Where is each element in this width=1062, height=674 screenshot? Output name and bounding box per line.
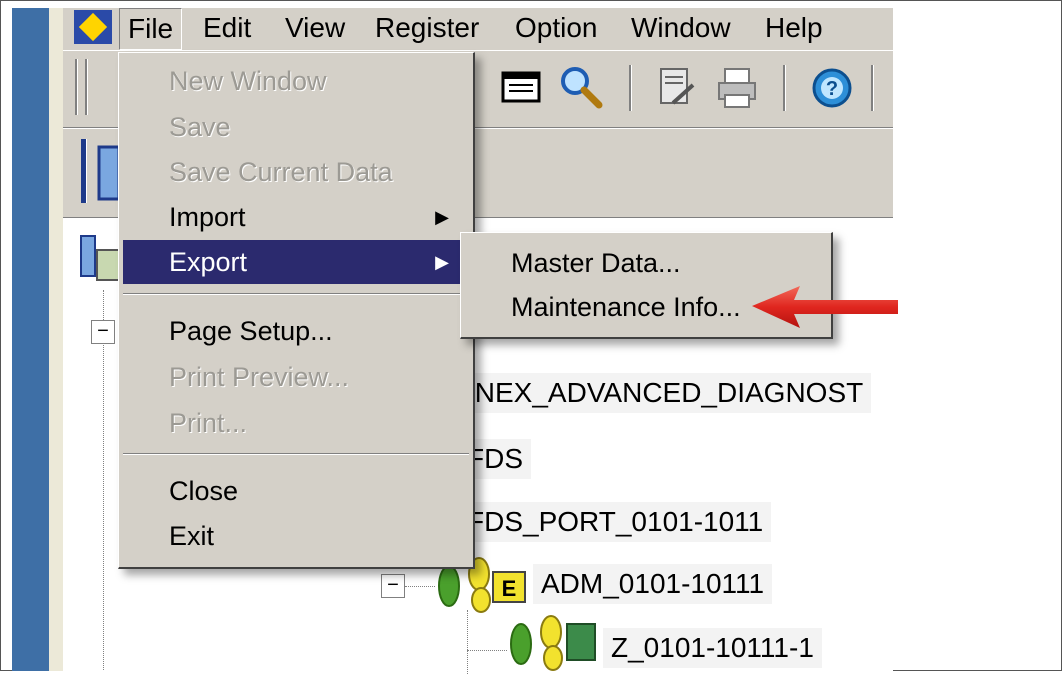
tree-line [467, 610, 468, 674]
menu-item-close[interactable]: Close [123, 469, 469, 513]
toolbar-separator [783, 65, 786, 111]
tree-expander[interactable]: − [381, 574, 405, 598]
search-icon[interactable] [555, 61, 605, 111]
edit-doc-icon[interactable] [653, 63, 703, 113]
menu-file[interactable]: File [119, 8, 183, 50]
toolbar-grip [75, 59, 78, 115]
menu-item-print[interactable]: Print... [123, 401, 469, 445]
toolbar-grip [85, 59, 88, 115]
tree-node-adm[interactable]: ADM_0101-10111 [533, 564, 773, 604]
submenu-arrow-icon: ▶ [435, 207, 449, 227]
toolbar-grip [81, 139, 87, 203]
menu-separator [123, 453, 469, 455]
menu-window[interactable]: Window [623, 8, 739, 48]
menu-item-save-current-data[interactable]: Save Current Data [123, 150, 469, 194]
svg-text:E: E [502, 576, 517, 601]
submenu-arrow-icon: ▶ [435, 252, 449, 272]
module-icon [510, 615, 596, 671]
left-panel-border [49, 8, 64, 671]
print-preview-icon[interactable] [497, 63, 547, 113]
menu-item-import[interactable]: Import ▶ [123, 195, 469, 239]
app-logo-icon [74, 10, 112, 44]
tree-node-z[interactable]: Z_0101-10111-1 [603, 628, 822, 668]
menu-item-print-preview[interactable]: Print Preview... [123, 355, 469, 399]
menu-register[interactable]: Register [367, 8, 487, 48]
menu-item-export[interactable]: Export ▶ [123, 240, 469, 284]
printer-icon[interactable] [713, 63, 763, 113]
help-icon[interactable]: ? [807, 63, 857, 113]
toolbar-separator [871, 65, 874, 111]
tree-expander[interactable]: − [91, 320, 115, 344]
menu-item-page-setup[interactable]: Page Setup... [123, 309, 469, 353]
tree-line [467, 650, 507, 651]
menu-item-master-data[interactable]: Master Data... [465, 241, 825, 285]
tree-line [405, 586, 435, 587]
menu-item-export-label: Export [169, 247, 248, 277]
menu-item-import-label: Import [169, 202, 246, 232]
menu-item-exit[interactable]: Exit [123, 514, 469, 558]
tree-line [103, 290, 104, 670]
file-menu: New Window Save Save Current Data Import… [118, 52, 475, 569]
tree-node-fds-port[interactable]: FDS_PORT_0101-1011 [459, 502, 772, 542]
toolbar-separator [629, 65, 632, 111]
menu-edit[interactable]: Edit [195, 8, 259, 48]
menu-bar: File Edit View Register Option Window He… [63, 8, 893, 50]
left-panel-strip [12, 8, 49, 671]
svg-text:?: ? [826, 78, 838, 100]
menu-item-new-window[interactable]: New Window [123, 59, 469, 103]
menu-separator [123, 293, 469, 295]
annotation-arrow-icon [752, 286, 898, 328]
menu-option[interactable]: Option [507, 8, 606, 48]
menu-help[interactable]: Help [757, 8, 831, 48]
menu-view[interactable]: View [277, 8, 353, 48]
menu-item-save[interactable]: Save [123, 105, 469, 149]
tree-node-inex[interactable]: INEX_ADVANCED_DIAGNOST [459, 373, 872, 413]
